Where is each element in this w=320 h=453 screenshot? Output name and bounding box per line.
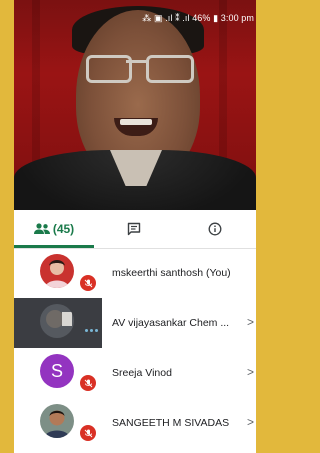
speaker-teeth — [120, 119, 152, 125]
mic-off-icon — [80, 375, 96, 391]
avatar-photo-icon — [40, 304, 74, 338]
participant-list: mskeerthi santhosh (You) AV vijayasankar… — [14, 248, 256, 448]
chat-icon — [127, 222, 141, 236]
tab-info[interactable] — [174, 210, 256, 248]
mic-off-icon — [80, 425, 96, 441]
participant-name: mskeerthi santhosh (You) — [112, 267, 231, 279]
speaking-indicator-icon — [85, 329, 98, 332]
chevron-right-icon: > — [246, 315, 254, 329]
tab-bar: (45) — [14, 210, 256, 249]
participant-row[interactable]: AV vijayasankar Chem ... > — [14, 298, 256, 348]
chevron-right-icon: > — [246, 415, 254, 429]
mic-off-icon — [80, 275, 96, 291]
info-icon — [208, 222, 222, 236]
avatar — [40, 304, 74, 338]
avatar-photo-icon — [40, 404, 74, 438]
participant-name: SANGEETH M SIVADAS — [112, 417, 230, 429]
participant-row[interactable]: mskeerthi santhosh (You) — [14, 248, 256, 298]
people-icon — [33, 223, 50, 234]
avatar-area — [14, 298, 102, 348]
participant-name: Sreeja Vinod — [112, 367, 172, 379]
glasses-right — [146, 55, 194, 83]
tab-chat[interactable] — [94, 210, 174, 248]
glasses-bridge — [126, 60, 146, 63]
participant-row[interactable]: S Sreeja Vinod > — [14, 348, 256, 398]
tab-people[interactable]: (45) — [14, 210, 94, 248]
avatar-area: S — [14, 348, 102, 398]
people-count: (45) — [52, 222, 75, 236]
avatar-area — [14, 248, 102, 298]
avatar-area — [14, 398, 102, 448]
avatar-photo-icon — [40, 254, 74, 288]
avatar-letter: S — [40, 354, 74, 388]
app-frame: ⁂ ▣ .ıl ⁑ .ıl 46% ▮ 3:00 pm (45) mskeert… — [14, 0, 256, 453]
avatar — [40, 404, 74, 438]
chevron-right-icon: > — [246, 365, 254, 379]
main-video[interactable]: ⁂ ▣ .ıl ⁑ .ıl 46% ▮ 3:00 pm — [14, 0, 256, 210]
participant-name: AV vijayasankar Chem ... — [112, 317, 230, 329]
participant-row[interactable]: SANGEETH M SIVADAS > — [14, 398, 256, 448]
status-bar: ⁂ ▣ .ıl ⁑ .ıl 46% ▮ 3:00 pm — [142, 13, 254, 23]
avatar — [40, 254, 74, 288]
